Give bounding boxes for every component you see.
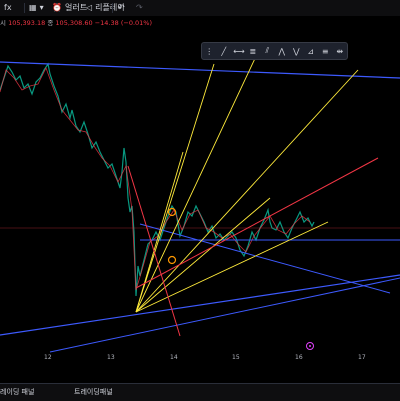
fx-label: fx — [4, 3, 12, 12]
bottom-panel-bar: 레이딩 패널 트레이딩패널 — [0, 383, 400, 401]
pivot-point — [167, 255, 177, 265]
close-label: 종 — [47, 19, 54, 27]
time-axis: 12 13 14 15 16 17 — [0, 352, 400, 366]
red-trend-line — [135, 157, 379, 289]
price-info-bar: 시 105,393.18 종 105,308.60 −14.38 (−0.01%… — [0, 16, 152, 30]
redo-icon[interactable]: ↷ — [136, 0, 143, 16]
horizontal-line-icon[interactable]: ⟷ — [233, 47, 244, 56]
fib-icon[interactable]: ≣ — [248, 47, 258, 56]
toolbar-divider — [112, 3, 113, 13]
price-series-red — [0, 66, 311, 291]
fan-lines — [135, 51, 359, 313]
layout-icon: ▦ — [29, 3, 37, 12]
pattern-icon[interactable]: ⋀ — [277, 47, 287, 56]
drawing-toolbar: ⋮ ╱ ⟷ ≣ ⫽ ⋀ ⋁ ⊿ ≡ ⇹ — [201, 42, 348, 60]
text-icon[interactable]: ≡ — [320, 47, 330, 56]
projection-icon[interactable]: ⊿ — [306, 47, 316, 56]
channel-icon[interactable]: ⫽ — [262, 46, 272, 56]
price-chart[interactable] — [0, 30, 400, 360]
x-tick: 13 — [107, 354, 115, 361]
open-value: 105,393.18 — [8, 19, 46, 27]
red-trend-line — [127, 165, 181, 337]
trend-line — [49, 277, 400, 353]
replay-icon: ◁ — [86, 3, 93, 12]
toolbar-divider — [24, 3, 25, 13]
x-tick: 15 — [232, 354, 240, 361]
trading-panel-tab[interactable]: 레이딩 패널 — [0, 384, 34, 401]
trendline-icon[interactable]: ╱ — [219, 47, 229, 56]
open-label: 시 — [0, 19, 6, 27]
indicators-button[interactable]: fx — [4, 0, 12, 16]
alert-label: 얼러트 — [64, 3, 88, 12]
top-toolbar: fx ▦ ▾ ⏰ 얼러트 ◁ 리플레이 ↶ ↷ — [0, 0, 400, 16]
trend-line — [139, 223, 391, 294]
trend-line — [0, 61, 400, 79]
measure-icon[interactable]: ⇹ — [335, 47, 345, 56]
alert-button[interactable]: ⏰ 얼러트 — [52, 0, 87, 16]
x-tick: 12 — [44, 354, 52, 361]
pattern2-icon[interactable]: ⋁ — [291, 47, 301, 56]
trend-line — [0, 274, 400, 336]
x-tick: 17 — [358, 354, 366, 361]
x-tick: 14 — [170, 354, 178, 361]
x-tick: 16 — [295, 354, 303, 361]
grip-icon[interactable]: ⋮ — [204, 47, 214, 56]
layout-button[interactable]: ▦ ▾ — [29, 0, 44, 16]
alarm-icon: ⏰ — [52, 3, 62, 12]
trading-panel-tab-2[interactable]: 트레이딩패널 — [74, 384, 113, 401]
close-value: 105,308.60 — [55, 19, 93, 27]
undo-icon[interactable]: ↶ — [118, 0, 125, 16]
event-marker-icon[interactable] — [306, 342, 314, 350]
change-value: −14.38 (−0.01%) — [94, 19, 153, 27]
